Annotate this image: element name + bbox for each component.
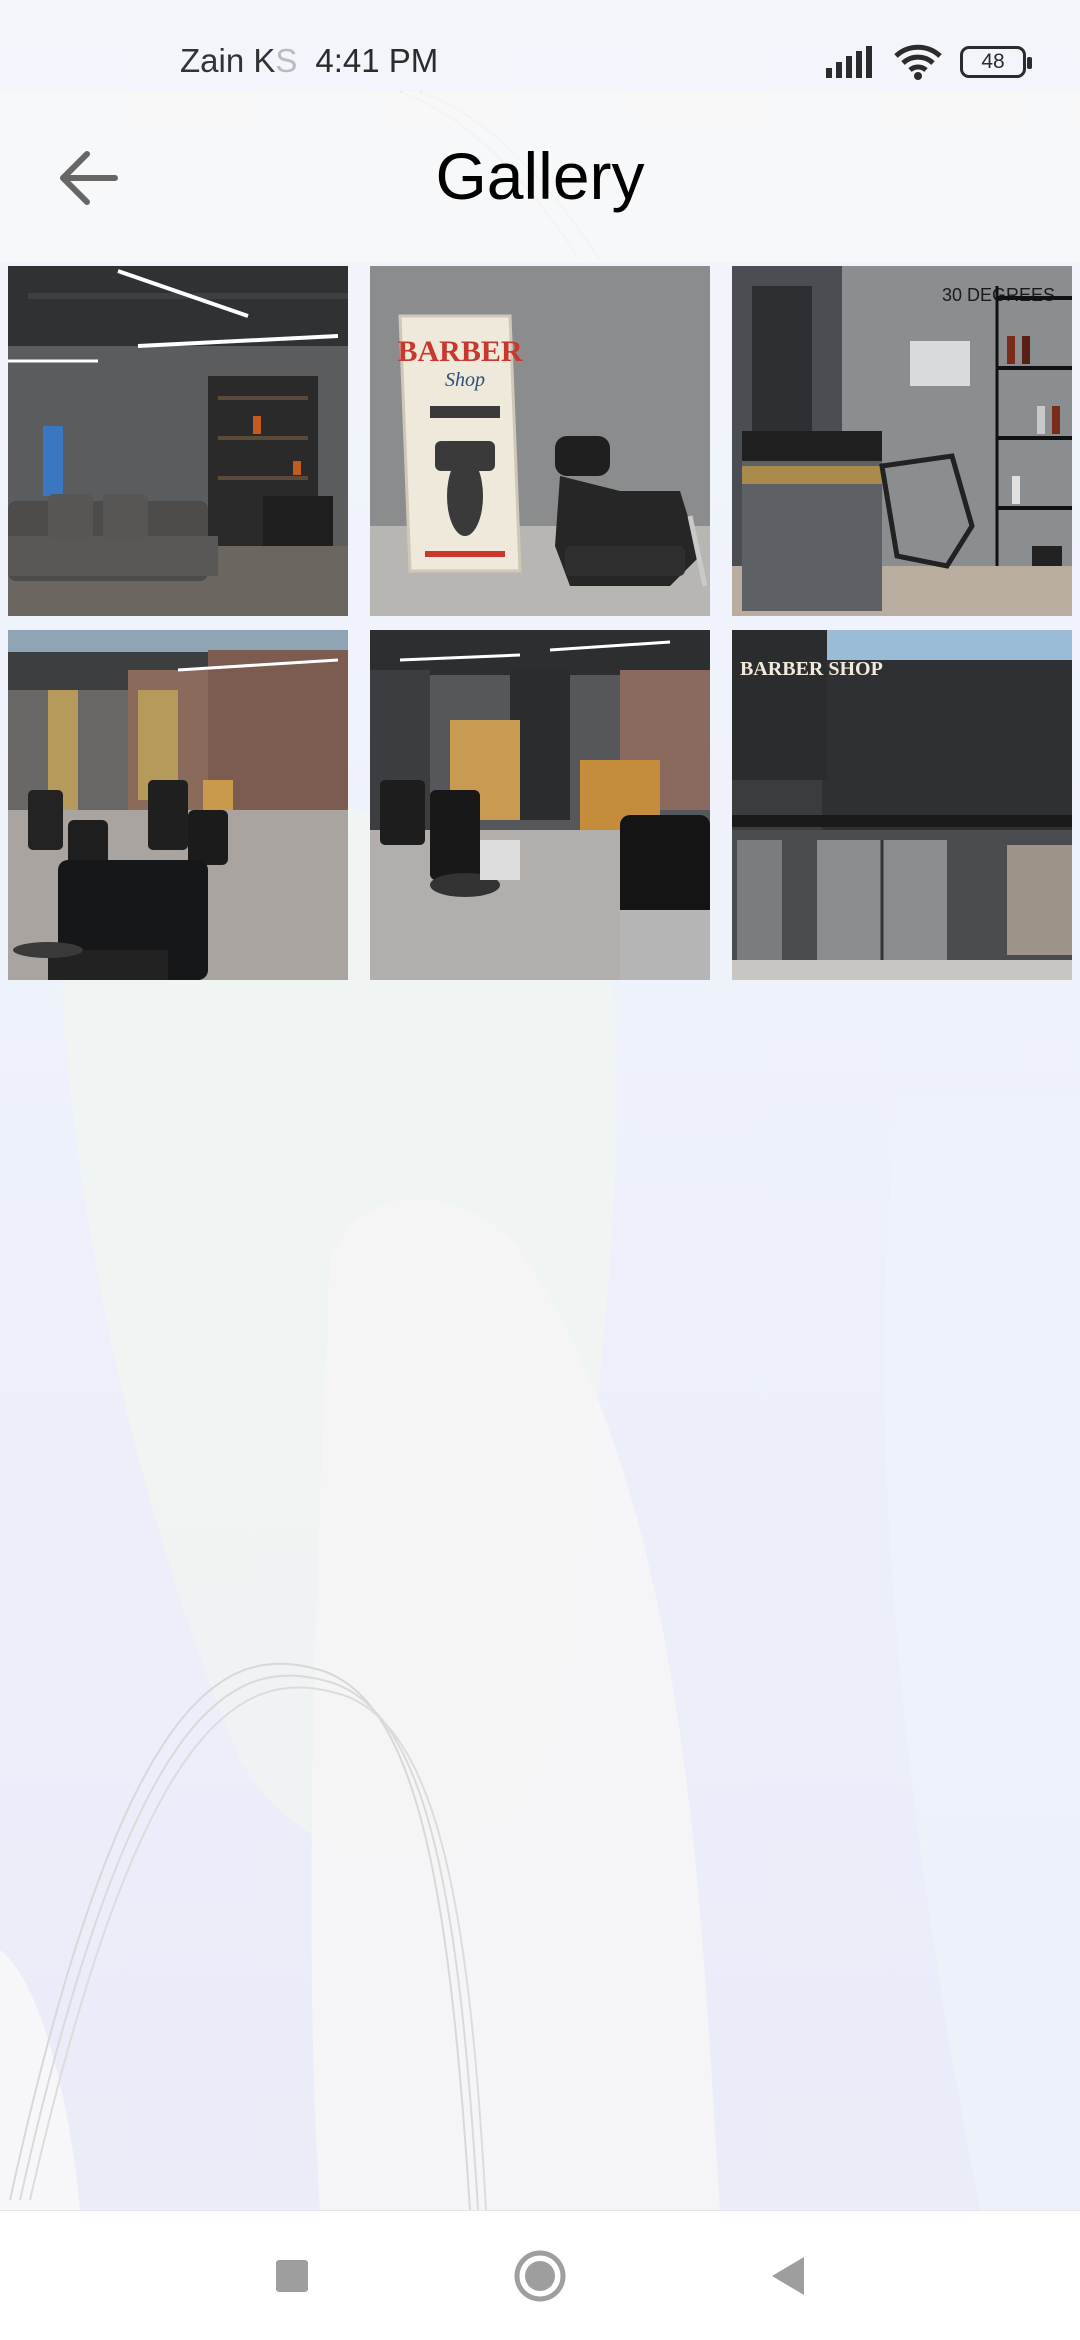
gallery-photo [8,266,348,616]
recents-square-icon [276,2260,308,2292]
gallery-photo: 30 DEGREES [732,266,1072,616]
page-title: Gallery [435,139,645,213]
gallery-image-storefront[interactable]: BARBER SHOP [732,630,1072,980]
gallery-photo [370,630,710,980]
gallery-photo [8,630,348,980]
gallery-image-poster[interactable]: BARBER Shop [370,266,710,616]
gallery-image-chairs[interactable] [8,630,348,980]
poster-barber-text: BARBER [397,335,522,368]
status-bar: Zain KS 4:41 PM 48 [0,0,1080,90]
carrier-name: Zain KS [180,42,297,80]
wifi-icon [894,44,942,80]
status-time: 4:41 PM [315,42,439,79]
gallery-image-lounge[interactable] [8,266,348,616]
system-back-button[interactable] [758,2246,818,2306]
store-sign-text: 30 DEGREES [942,285,1055,305]
back-triangle-icon [772,2257,804,2295]
gallery-image-stations[interactable] [370,630,710,980]
poster-shop-text: Shop [445,369,485,391]
carrier-text-faded: S [275,42,298,79]
home-button[interactable] [510,2246,570,2306]
storefront-sign-text: BARBER SHOP [740,658,883,680]
status-left: Zain KS 4:41 PM [180,42,438,80]
recents-button[interactable] [262,2246,322,2306]
battery-icon: 48 [960,46,1032,78]
battery-level: 48 [981,50,1005,73]
status-icons: 48 [826,44,1032,80]
home-circle-icon [514,2250,566,2302]
gallery-image-reception[interactable]: 30 DEGREES [732,266,1072,616]
gallery-photo: BARBER SHOP [732,630,1072,980]
signal-icon [826,46,872,78]
gallery-photo: BARBER Shop [370,266,710,616]
carrier-text: Zain K [180,42,276,79]
